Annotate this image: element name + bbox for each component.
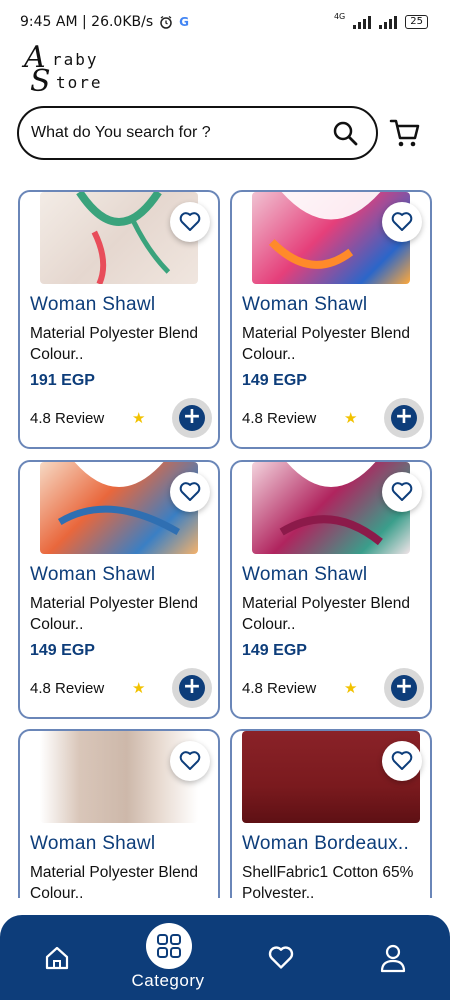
product-card[interactable]: Woman Shawl Material Polyester Blend Col… (18, 729, 220, 898)
nav-category[interactable] (146, 923, 192, 969)
product-card[interactable]: Woman Shawl Material Polyester Blend Col… (230, 190, 432, 449)
favorite-button[interactable] (382, 472, 422, 512)
heart-icon (391, 482, 413, 501)
product-price: 149 EGP (30, 642, 95, 659)
nav-favorites[interactable] (260, 915, 302, 1000)
nav-category-label[interactable]: Category (118, 971, 218, 991)
search-bar[interactable] (17, 106, 378, 160)
heart-icon (179, 212, 201, 231)
status-bar: 9:45 AM | 26.0KB/s G 4G 25 (0, 0, 450, 44)
product-card[interactable]: Woman Bordeaux.. ShellFabric1 Cotton 65%… (230, 729, 432, 898)
status-time: 9:45 AM | 26.0KB/s (20, 14, 154, 30)
product-description: Material Polyester Blend Colour.. (30, 864, 198, 898)
product-review: 4.8 Review (30, 410, 105, 427)
heart-icon (179, 751, 201, 770)
heart-icon (268, 945, 294, 969)
add-to-cart-button[interactable]: + (172, 398, 212, 438)
search-input[interactable] (31, 124, 311, 142)
alarm-icon (160, 15, 172, 29)
user-icon (380, 944, 406, 972)
product-grid: Woman Shawl Material Polyester Blend Col… (18, 190, 432, 898)
status-left: 9:45 AM | 26.0KB/s G (20, 14, 189, 30)
product-description: Material Polyester Blend Colour.. (242, 595, 410, 633)
plus-icon: + (179, 675, 205, 701)
heart-icon (391, 751, 413, 770)
star-icon: ★ (344, 409, 358, 427)
logo-letter-s: S (30, 64, 51, 99)
product-title: Woman Shawl (30, 564, 156, 585)
search-icon[interactable] (332, 120, 358, 146)
grid-icon (157, 934, 181, 958)
product-card[interactable]: Woman Shawl Material Polyester Blend Col… (18, 460, 220, 719)
product-title: Woman Shawl (242, 294, 368, 315)
product-image (40, 192, 198, 284)
app-logo: A raby S tore (22, 40, 132, 99)
product-image (252, 462, 410, 554)
logo-text-tore: tore (56, 73, 103, 92)
google-icon: G (179, 15, 189, 29)
favorite-button[interactable] (382, 741, 422, 781)
product-image (40, 462, 198, 554)
product-description: Material Polyester Blend Colour.. (30, 325, 198, 363)
heart-icon (179, 482, 201, 501)
star-icon: ★ (132, 409, 146, 427)
status-right: 4G 25 (333, 11, 428, 29)
product-review: 4.8 Review (30, 680, 105, 697)
product-card[interactable]: Woman Shawl Material Polyester Blend Col… (18, 190, 220, 449)
favorite-button[interactable] (170, 741, 210, 781)
star-icon: ★ (344, 679, 358, 697)
product-review: 4.8 Review (242, 410, 317, 427)
product-title: Woman Shawl (30, 294, 156, 315)
plus-icon: + (179, 405, 205, 431)
product-title: Woman Shawl (30, 833, 156, 854)
add-to-cart-button[interactable]: + (384, 668, 424, 708)
nav-home[interactable] (36, 915, 78, 1000)
signal-icon-2 (379, 15, 398, 29)
signal-icon-1 (353, 15, 372, 29)
product-price: 149 EGP (242, 372, 307, 389)
product-title: Woman Shawl (242, 564, 368, 585)
home-icon (45, 946, 69, 969)
favorite-button[interactable] (382, 202, 422, 242)
product-card[interactable]: Woman Shawl Material Polyester Blend Col… (230, 460, 432, 719)
network-type: 4G (333, 11, 346, 21)
bottom-navigation: Category (0, 915, 450, 1000)
product-price: 191 EGP (30, 372, 95, 389)
product-description: Material Polyester Blend Colour.. (242, 325, 410, 363)
plus-icon: + (391, 675, 417, 701)
add-to-cart-button[interactable]: + (384, 398, 424, 438)
product-image (252, 192, 410, 284)
cart-icon[interactable] (388, 116, 422, 150)
plus-icon: + (391, 405, 417, 431)
star-icon: ★ (132, 679, 146, 697)
battery-icon: 25 (405, 15, 428, 29)
product-review: 4.8 Review (242, 680, 317, 697)
heart-icon (391, 212, 413, 231)
product-image (40, 731, 198, 823)
favorite-button[interactable] (170, 472, 210, 512)
product-description: ShellFabric1 Cotton 65% Polyester.. (242, 864, 414, 898)
product-title: Woman Bordeaux.. (242, 833, 410, 854)
add-to-cart-button[interactable]: + (172, 668, 212, 708)
nav-profile[interactable] (372, 915, 414, 1000)
logo-text-raby: raby (52, 50, 99, 69)
product-price: 149 EGP (242, 642, 307, 659)
favorite-button[interactable] (170, 202, 210, 242)
product-description: Material Polyester Blend Colour.. (30, 595, 198, 633)
